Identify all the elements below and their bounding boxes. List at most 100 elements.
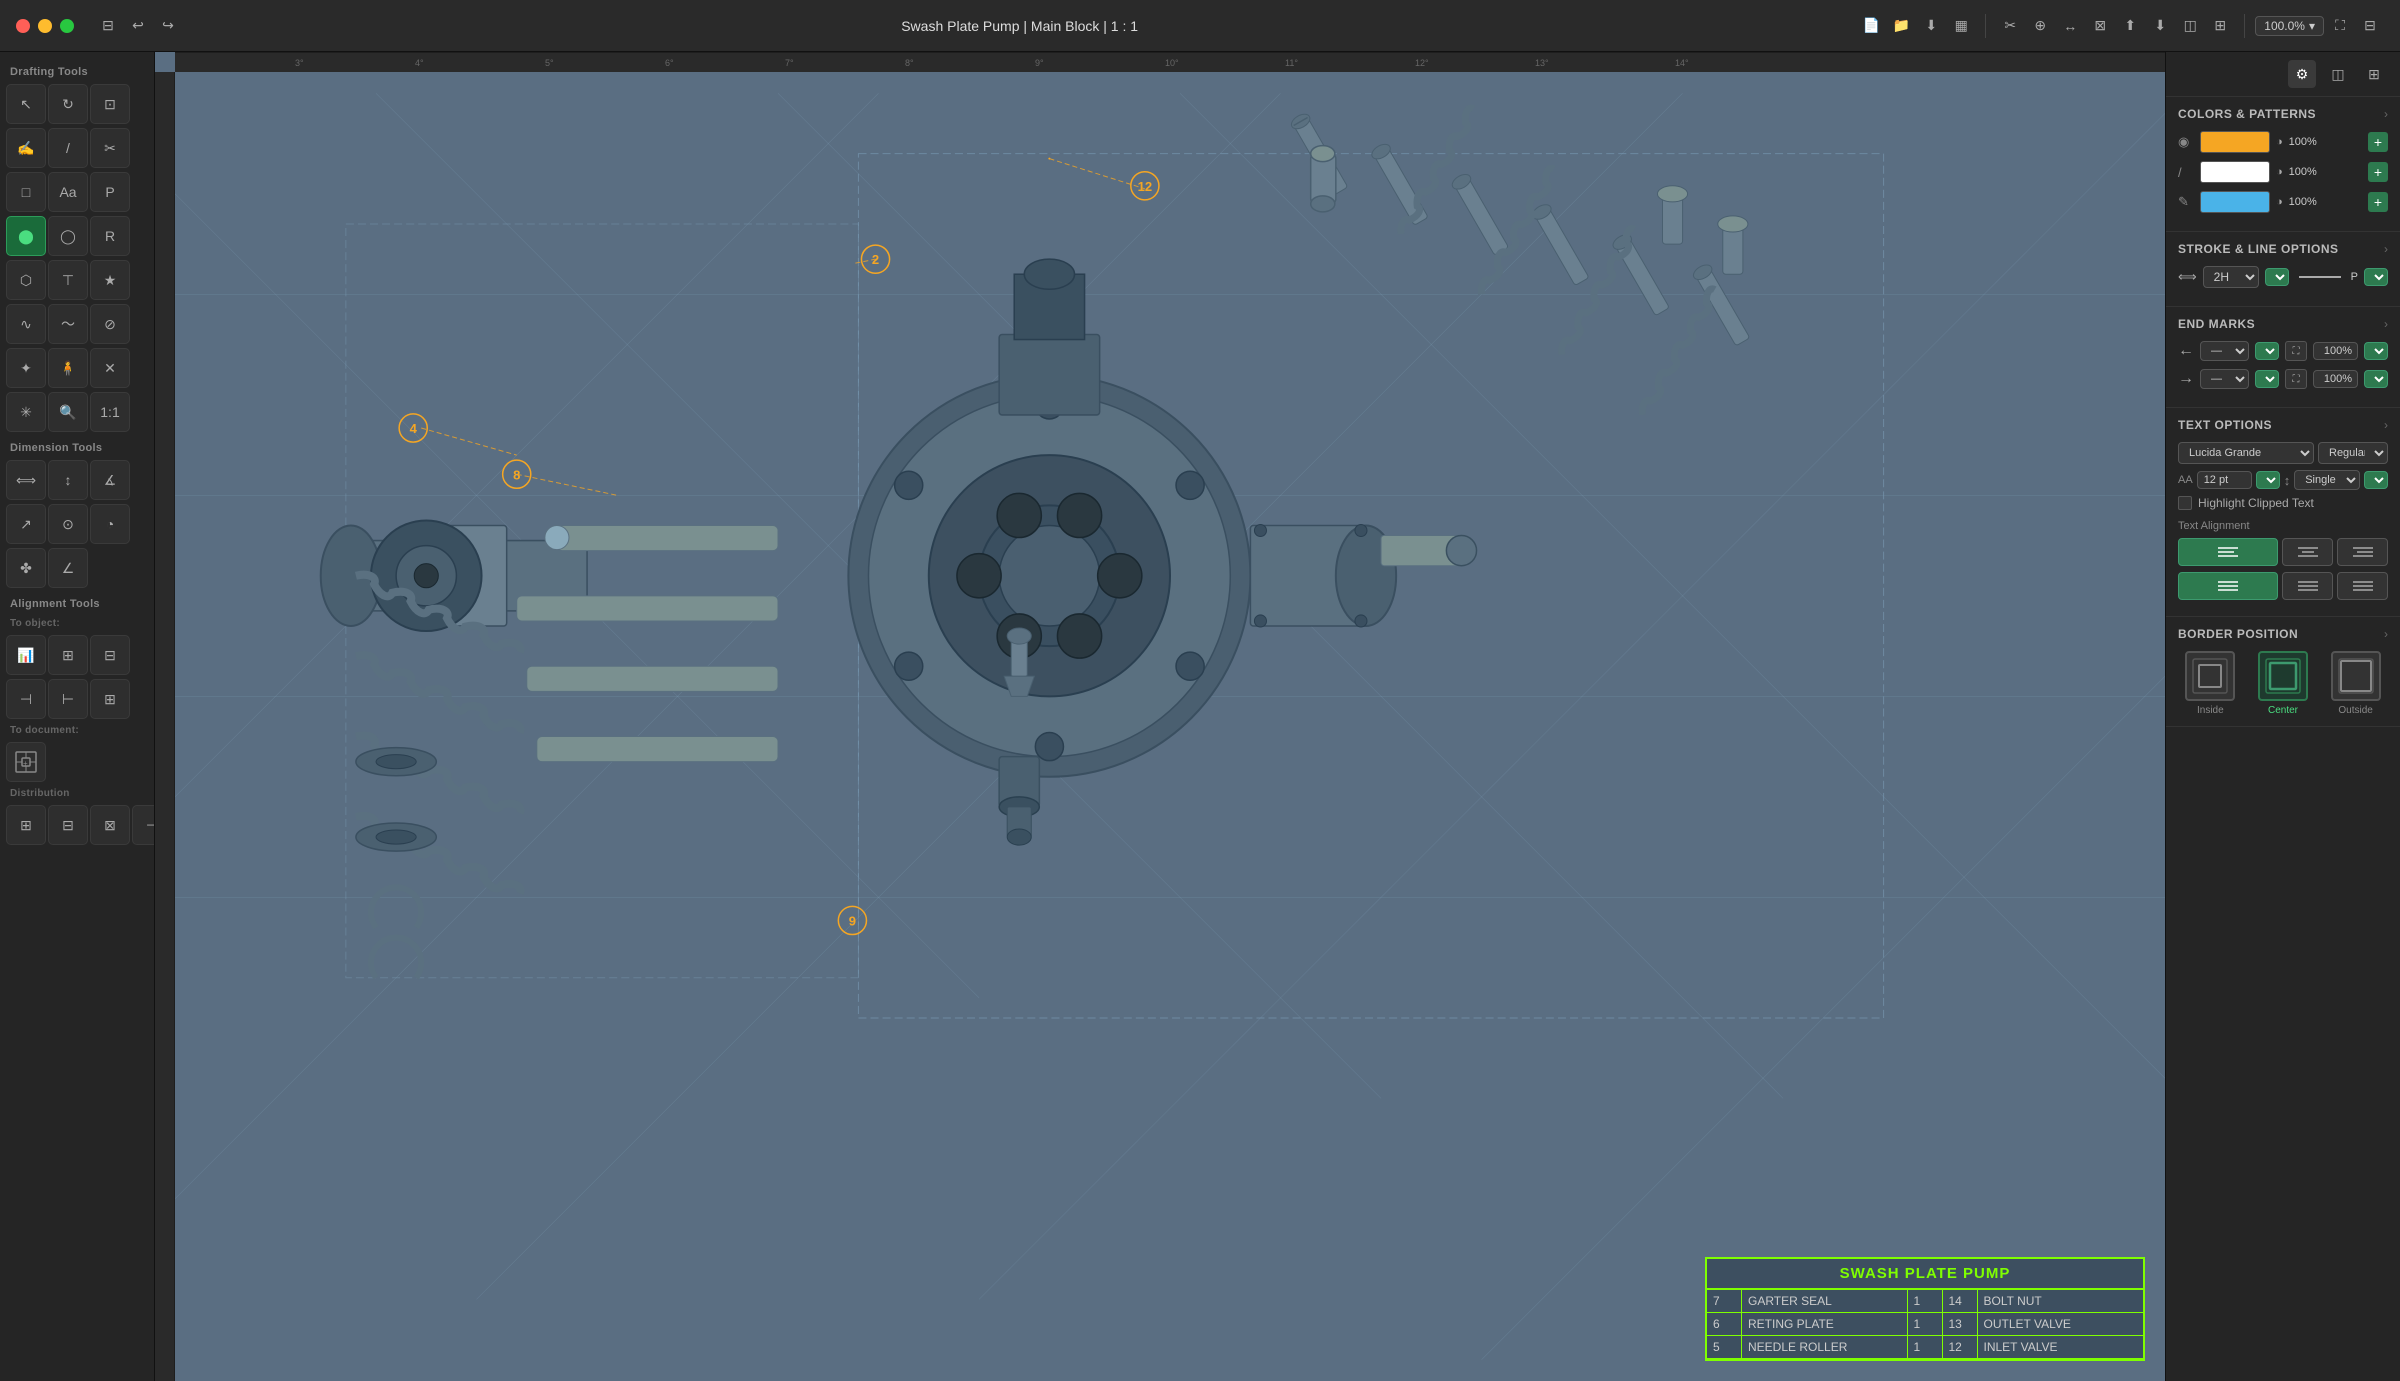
active-tool[interactable]: ⬤	[6, 216, 46, 256]
left-endmark-select[interactable]: —	[2200, 341, 2249, 361]
end-marks-collapse-btn[interactable]: ›	[2384, 317, 2388, 331]
tool1-icon[interactable]: ✂	[1996, 12, 2024, 40]
fill-color-swatch[interactable]	[2200, 131, 2270, 153]
tool8-icon[interactable]: ⊞	[2206, 12, 2234, 40]
vert-dim-tool[interactable]: ↕	[48, 460, 88, 500]
tool5-icon[interactable]: ⬆	[2116, 12, 2144, 40]
align-vert-center[interactable]: ⊞	[48, 635, 88, 675]
crop-tool[interactable]: ⊡	[90, 84, 130, 124]
transform-tool[interactable]: ✦	[6, 348, 46, 388]
scale-tool[interactable]: 1:1	[90, 392, 130, 432]
line-tool[interactable]: /	[48, 128, 88, 168]
tool6-icon[interactable]: ⬇	[2146, 12, 2174, 40]
font-size-stepper[interactable]: ▾	[2256, 471, 2280, 489]
fullscreen-icon[interactable]: ⛶	[2326, 12, 2354, 40]
align-right-edge[interactable]: ⊞	[90, 679, 130, 719]
tool3-icon[interactable]: ↔	[2056, 12, 2084, 40]
select-tool[interactable]: ↖	[6, 84, 46, 124]
left-endmark-stepper[interactable]: ▾	[2255, 342, 2279, 360]
filter-tab-icon[interactable]: ⚙	[2288, 60, 2316, 88]
export-icon[interactable]: ⬇	[1917, 12, 1945, 40]
border-position-collapse-btn[interactable]: ›	[2384, 627, 2388, 641]
curve-tool[interactable]: 〜	[48, 304, 88, 344]
border-outside-btn[interactable]	[2331, 651, 2381, 701]
dist-equal[interactable]: ⊠	[90, 805, 130, 845]
line-spacing-stepper[interactable]: ▾	[2364, 471, 2388, 489]
ordinate-tool[interactable]: ✤	[6, 548, 46, 588]
rotate-tool[interactable]: ↻	[48, 84, 88, 124]
grid-icon[interactable]: ▦	[1947, 12, 1975, 40]
maximize-button[interactable]	[60, 19, 74, 33]
accent-add-btn[interactable]: +	[2368, 192, 2388, 212]
fill-add-btn[interactable]: +	[2368, 132, 2388, 152]
border-inside-btn[interactable]	[2185, 651, 2235, 701]
align-horiz-center[interactable]: ⊟	[90, 635, 130, 675]
scissor-tool[interactable]: ✂	[90, 128, 130, 168]
circle-dim-tool[interactable]: ⊙	[48, 504, 88, 544]
align-v-middle[interactable]: ⊢	[48, 679, 88, 719]
right-endmark-select[interactable]: —	[2200, 369, 2249, 389]
minimize-button[interactable]	[38, 19, 52, 33]
right-endmark-stepper[interactable]: ▾	[2255, 370, 2279, 388]
font-size-input[interactable]	[2197, 471, 2252, 489]
person-tool[interactable]: 🧍	[48, 348, 88, 388]
left-endmark-pct[interactable]	[2313, 342, 2358, 360]
sparkle-tool[interactable]: ✳	[6, 392, 46, 432]
tool7-icon[interactable]: ◫	[2176, 12, 2204, 40]
right-endmark-pct[interactable]	[2313, 370, 2358, 388]
grid-tab-icon[interactable]: ⊞	[2360, 60, 2388, 88]
polygon-tool[interactable]: ⬡	[6, 260, 46, 300]
highlight-clipped-checkbox[interactable]	[2178, 496, 2192, 510]
text-options-collapse-btn[interactable]: ›	[2384, 418, 2388, 432]
align-justify-btn[interactable]	[2178, 572, 2278, 600]
align-bar-chart[interactable]: 📊	[6, 635, 46, 675]
align-justify-center-btn[interactable]	[2282, 572, 2333, 600]
accent-color-swatch[interactable]	[2200, 191, 2270, 213]
doc-align-icon[interactable]: +	[6, 742, 46, 782]
zoom-control[interactable]: 100.0% ▾	[2255, 16, 2324, 36]
stroke-color-swatch[interactable]	[2200, 161, 2270, 183]
zoom-tool[interactable]: 🔍	[48, 392, 88, 432]
slope-tool[interactable]: ∠	[48, 548, 88, 588]
right-size-expand-btn[interactable]: ⛶	[2285, 369, 2307, 389]
dist-vert[interactable]: ⊟	[48, 805, 88, 845]
stroke-end-stepper[interactable]: ▾	[2364, 268, 2388, 286]
right-pct-stepper[interactable]: ▾	[2364, 370, 2388, 388]
star-tool[interactable]: ★	[90, 260, 130, 300]
colors-collapse-btn[interactable]: ›	[2384, 107, 2388, 121]
folder-icon[interactable]: 📁	[1887, 12, 1915, 40]
font-family-select[interactable]: Lucida Grande	[2178, 442, 2314, 464]
align-justify-right-btn[interactable]	[2337, 572, 2388, 600]
dist-horiz[interactable]: ⊞	[6, 805, 46, 845]
close-button[interactable]	[16, 19, 30, 33]
line-spacing-select[interactable]: Single	[2294, 470, 2360, 490]
align-left-edge[interactable]: ⊣	[6, 679, 46, 719]
align-left-btn[interactable]	[2178, 538, 2278, 566]
pin-tool[interactable]: P	[90, 172, 130, 212]
stroke-add-btn[interactable]: +	[2368, 162, 2388, 182]
undo-button[interactable]: ↩	[124, 12, 152, 40]
left-pct-stepper[interactable]: ▾	[2364, 342, 2388, 360]
pencil-tool[interactable]: ✍	[6, 128, 46, 168]
redo-button[interactable]: ↪	[154, 12, 182, 40]
sidebar-toggle-icon[interactable]: ⊟	[94, 12, 122, 40]
leader-tool[interactable]: ↗	[6, 504, 46, 544]
horiz-dim-tool[interactable]: ⟺	[6, 460, 46, 500]
border-center-btn[interactable]	[2258, 651, 2308, 701]
dash-tool[interactable]: ⊘	[90, 304, 130, 344]
stroke-weight-select[interactable]: 2H	[2203, 266, 2259, 288]
rect-tool[interactable]: □	[6, 172, 46, 212]
layers-tab-icon[interactable]: ◫	[2324, 60, 2352, 88]
wave-tool[interactable]: ∿	[6, 304, 46, 344]
flag-tool[interactable]: R	[90, 216, 130, 256]
text-tool[interactable]: Aa	[48, 172, 88, 212]
node-tool[interactable]: ⊤	[48, 260, 88, 300]
tool2-icon[interactable]: ⊕	[2026, 12, 2054, 40]
angle-dim-tool[interactable]: ∡	[90, 460, 130, 500]
stroke-collapse-btn[interactable]: ›	[2384, 242, 2388, 256]
arc-dim-tool[interactable]: ◔	[90, 504, 130, 544]
share-icon[interactable]: 📄	[1857, 12, 1885, 40]
stroke-weight-stepper[interactable]: ▾	[2265, 268, 2289, 286]
canvas-area[interactable]: 3° 4° 5° 6° 7° 8° 9° 10° 11° 12° 13° 14°	[155, 52, 2165, 1381]
font-style-select[interactable]: Regular	[2318, 442, 2388, 464]
